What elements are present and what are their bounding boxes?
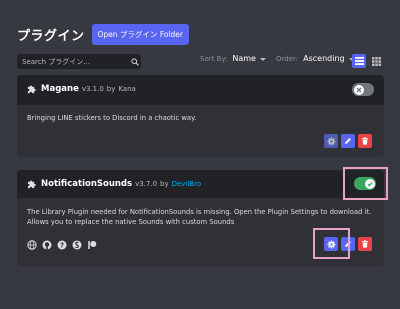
discord-icon[interactable] bbox=[72, 240, 82, 250]
search-icon[interactable] bbox=[129, 56, 141, 68]
plugin-delete-button[interactable] bbox=[358, 134, 372, 148]
plugin-by: by bbox=[160, 180, 169, 188]
plugin-delete-button[interactable] bbox=[358, 237, 372, 251]
search-box[interactable] bbox=[17, 54, 141, 69]
puzzle-icon bbox=[27, 180, 36, 189]
checkmark-icon bbox=[367, 181, 372, 187]
plugin-edit-button[interactable] bbox=[341, 134, 355, 148]
plugin-version: v3.7.0 bbox=[135, 180, 158, 188]
plugin-enable-toggle[interactable] bbox=[352, 83, 374, 96]
sort-by-label: Sort By: bbox=[200, 54, 228, 63]
pencil-icon bbox=[345, 138, 351, 144]
grid-view-icon bbox=[371, 56, 381, 66]
plugin-links: ? bbox=[27, 240, 97, 250]
trash-icon bbox=[362, 137, 368, 145]
pencil-icon bbox=[345, 241, 351, 247]
website-icon[interactable] bbox=[27, 240, 37, 250]
plugin-card-notificationsounds: NotificationSounds v3.7.0 by DevilBro Th… bbox=[17, 170, 384, 266]
svg-text:?: ? bbox=[60, 242, 64, 250]
close-icon bbox=[356, 87, 361, 92]
header-row: プラグイン Open プラグイン Folder bbox=[17, 24, 189, 45]
plugin-title: NotificationSounds v3.7.0 by DevilBro bbox=[41, 179, 201, 189]
plugin-author-link[interactable]: DevilBro bbox=[172, 180, 202, 188]
plugin-name: Magane bbox=[41, 84, 79, 94]
toggle-knob bbox=[364, 178, 375, 189]
plugin-author: Kana bbox=[118, 85, 136, 93]
order-value: Ascending bbox=[303, 54, 345, 63]
plugin-card-magane: Magane v3.1.0 by Kana Bringing LINE stic… bbox=[17, 75, 384, 157]
gear-icon bbox=[326, 136, 336, 146]
page-title: プラグイン bbox=[17, 29, 85, 44]
help-icon[interactable]: ? bbox=[57, 240, 67, 250]
grid-view-button[interactable] bbox=[369, 54, 383, 68]
trash-icon bbox=[362, 240, 368, 248]
plugin-settings-button[interactable] bbox=[324, 237, 338, 251]
order-label: Order: bbox=[275, 54, 299, 63]
chevron-down-icon bbox=[259, 58, 266, 61]
open-plugin-folder-button[interactable]: Open プラグイン Folder bbox=[91, 24, 189, 45]
puzzle-icon bbox=[27, 85, 36, 94]
plugin-by: by bbox=[106, 85, 116, 93]
plugin-description: Bringing LINE stickers to Discord in a c… bbox=[27, 114, 197, 122]
plugin-enable-toggle[interactable] bbox=[354, 177, 376, 190]
sort-controls: Sort By: Name Order: Ascending bbox=[200, 54, 355, 63]
plugin-version: v3.1.0 bbox=[81, 85, 104, 93]
search-input[interactable] bbox=[17, 57, 130, 66]
list-view-icon bbox=[354, 57, 364, 65]
gear-icon bbox=[326, 239, 336, 249]
sort-by-value: Name bbox=[232, 54, 256, 63]
plugin-edit-button[interactable] bbox=[341, 237, 355, 251]
github-icon[interactable] bbox=[42, 240, 52, 250]
toggle-knob bbox=[353, 84, 364, 95]
plugin-name: NotificationSounds bbox=[41, 179, 133, 189]
plugin-settings-button[interactable] bbox=[324, 134, 338, 148]
sort-by-dropdown[interactable]: Name bbox=[232, 54, 266, 63]
list-view-button[interactable] bbox=[352, 54, 366, 68]
plugin-title: Magane v3.1.0 by Kana bbox=[41, 84, 136, 94]
patreon-icon[interactable] bbox=[87, 240, 97, 250]
plugin-description: The Library Plugin needed for Notificati… bbox=[27, 208, 372, 226]
order-dropdown[interactable]: Ascending bbox=[303, 54, 355, 63]
